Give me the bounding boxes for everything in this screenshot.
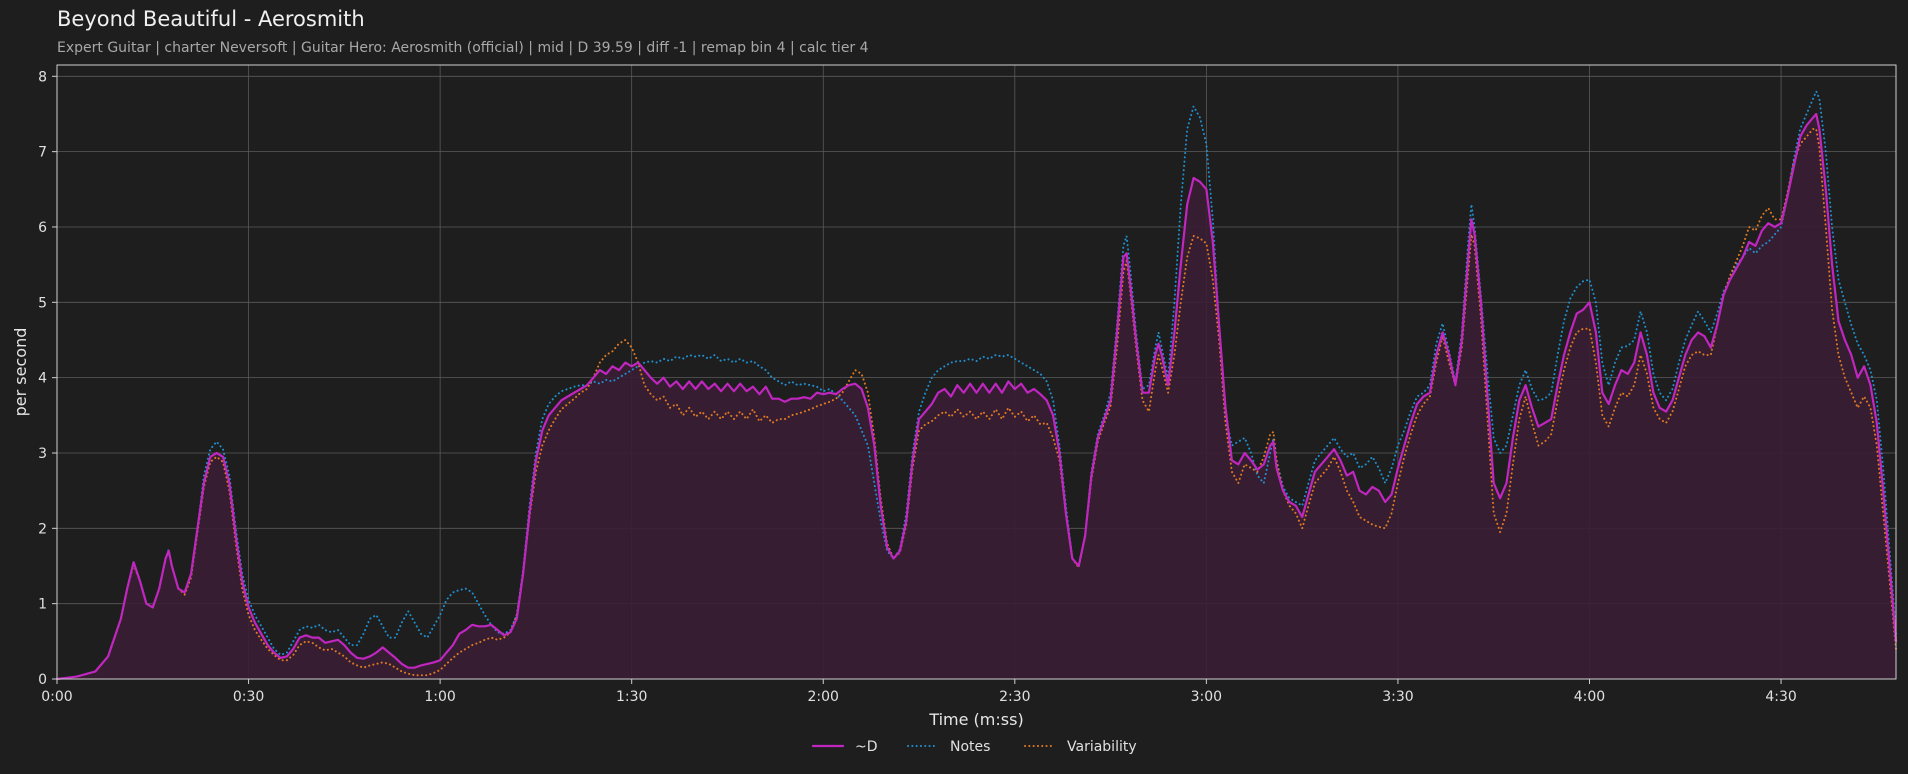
y-tick-label: 3 (38, 446, 47, 462)
x-tick-label: 1:00 (424, 689, 455, 705)
x-tick-label: 0:30 (233, 689, 264, 705)
y-tick-label: 7 (38, 145, 47, 161)
legend: ~D Notes Variability (811, 739, 1137, 755)
y-tick-label: 2 (38, 521, 47, 537)
x-tick-label: 4:30 (1765, 689, 1796, 705)
y-tick-label: 4 (38, 371, 47, 387)
x-tick-label: 4:00 (1574, 689, 1605, 705)
y-tick-label: 6 (38, 220, 47, 236)
x-tick-label: 2:00 (808, 689, 839, 705)
x-tick-label: 3:30 (1382, 689, 1413, 705)
y-tick-label: 5 (38, 295, 47, 311)
line-chart: 0:00 0:30 1:00 1:30 2:00 2:30 3:00 3:30 4:00 4:30… (11, 64, 1898, 755)
y-tick-label: 8 (38, 69, 47, 85)
legend-label: ~D (855, 739, 878, 755)
x-tick-label: 0:00 (41, 689, 72, 705)
legend-label: Notes (950, 739, 990, 755)
legend-label: Variability (1067, 739, 1137, 755)
x-axis-label: Time (m:ss) (928, 710, 1023, 729)
d-series-area (57, 114, 1896, 679)
y-axis-label: per second (11, 328, 30, 417)
y-tick-label: 0 (38, 672, 47, 688)
x-tick-label: 3:00 (1191, 689, 1222, 705)
d-area-fill (57, 114, 1896, 679)
x-tick-label: 2:30 (999, 689, 1030, 705)
x-tick-label: 1:30 (616, 689, 647, 705)
y-tick-label: 1 (38, 597, 47, 613)
